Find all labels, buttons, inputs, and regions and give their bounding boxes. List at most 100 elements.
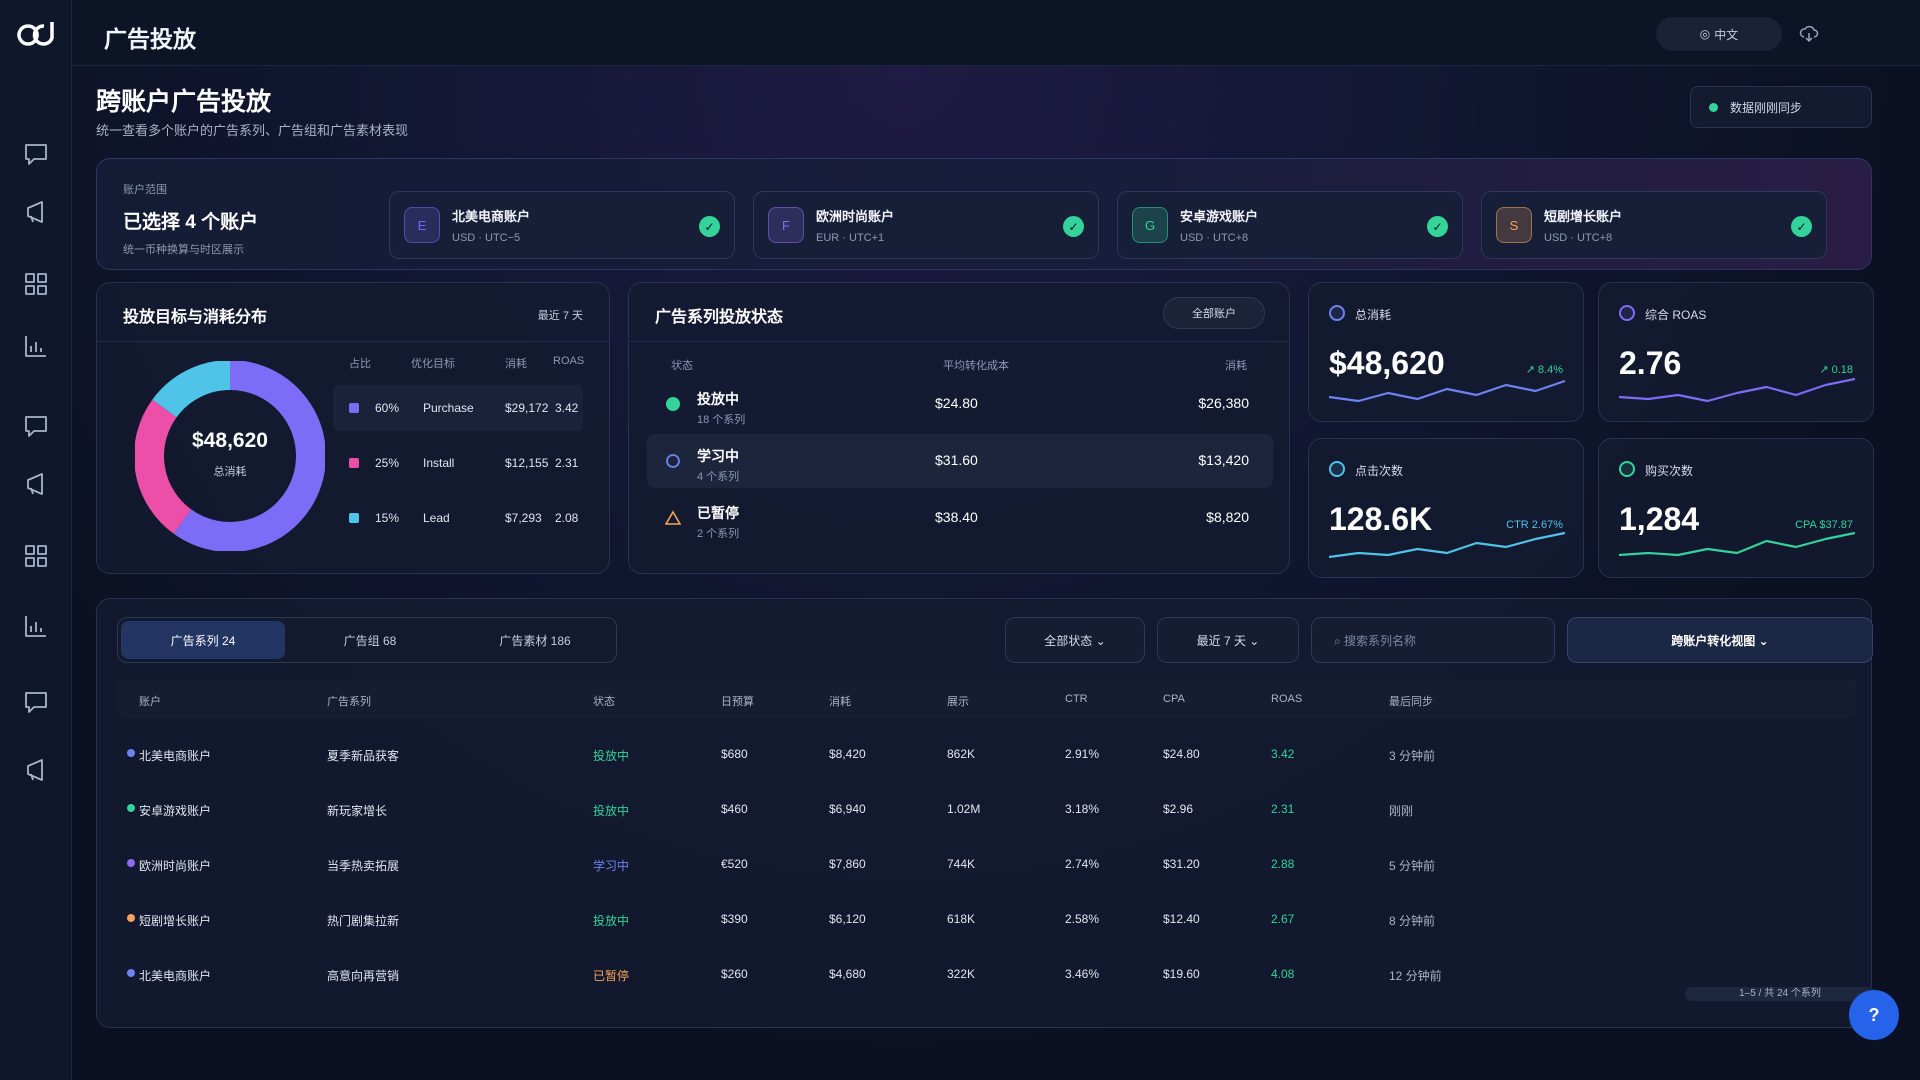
- distribution-range[interactable]: 最近 7 天: [538, 307, 583, 323]
- bar-chart-icon[interactable]: [22, 612, 50, 640]
- bar-chart-icon[interactable]: [22, 332, 50, 360]
- entity-tabs: 广告系列 24 广告组 68 广告素材 186: [117, 617, 617, 663]
- campaign-search-input[interactable]: ⌕ 搜索系列名称: [1311, 617, 1555, 663]
- check-icon[interactable]: ✓: [1791, 216, 1812, 237]
- megaphone-icon[interactable]: [22, 756, 50, 784]
- kpi-card[interactable]: 综合 ROAS 2.76 ↗ 0.18: [1598, 282, 1874, 422]
- check-icon[interactable]: ✓: [1427, 216, 1448, 237]
- check-icon[interactable]: ✓: [699, 216, 720, 237]
- header-spend: 消耗: [505, 358, 527, 370]
- chat-icon[interactable]: [22, 412, 50, 440]
- cell-campaign: 热门剧集拉新: [327, 914, 400, 928]
- table-row[interactable]: 欧洲时尚账户 当季热卖拓展 学习中 €520 $7,860 744K 2.74% $31.20…: [117, 837, 1857, 892]
- status-avg-cpa: $24.80: [935, 395, 978, 411]
- status-row[interactable]: 投放中 18 个系列 $24.80 $26,380: [647, 377, 1273, 431]
- cell-status: 投放中: [593, 804, 630, 818]
- warning-triangle-icon: [665, 510, 681, 525]
- conversion-view-dropdown[interactable]: 跨账户转化视图 ⌄: [1567, 617, 1873, 663]
- grid-icon[interactable]: [22, 542, 50, 570]
- tab-campaigns[interactable]: 广告系列 24: [121, 621, 285, 659]
- column-header[interactable]: CPA: [1163, 693, 1185, 705]
- cell-ctr: 2.74%: [1065, 857, 1100, 871]
- status-filter-dropdown[interactable]: 全部状态 ⌄: [1005, 617, 1145, 663]
- distribution-roas: 3.42: [555, 401, 579, 415]
- kpi-card[interactable]: 购买次数 1,284 CPA $37.87: [1598, 438, 1874, 578]
- cell-sync: 3 分钟前: [1389, 749, 1436, 763]
- account-color-dot: [127, 804, 135, 812]
- kpi-trend: ↗ 8.4%: [1525, 364, 1563, 376]
- tab-adsets[interactable]: 广告组 68: [288, 621, 452, 659]
- account-filter-button[interactable]: 全部账户: [1163, 297, 1265, 329]
- table-row[interactable]: 北美电商账户 高意向再营销 已暂停 $260 $4,680 322K 3.46% $19.60…: [117, 947, 1857, 1002]
- account-color-dot: [127, 859, 135, 867]
- cell-account: 短剧增长账户: [139, 914, 212, 928]
- column-header[interactable]: 账户: [139, 693, 161, 709]
- account-card[interactable]: E 北美电商账户 USD · UTC−5 ✓: [389, 191, 735, 259]
- account-name: 北美电商账户: [452, 209, 531, 224]
- column-header[interactable]: CTR: [1065, 693, 1088, 705]
- account-card[interactable]: F 欧洲时尚账户 EUR · UTC+1 ✓: [753, 191, 1099, 259]
- table-row[interactable]: 短剧增长账户 热门剧集拉新 投放中 $390 $6,120 618K 2.58% $12.40…: [117, 892, 1857, 947]
- globe-icon: ◎: [1699, 27, 1711, 41]
- brand-logo: [17, 22, 54, 46]
- account-card[interactable]: S 短剧增长账户 USD · UTC+8 ✓: [1481, 191, 1827, 259]
- distribution-goal: Install: [423, 456, 455, 470]
- sync-status-badge[interactable]: 数据刚刚同步: [1690, 86, 1872, 128]
- column-header[interactable]: 最后同步: [1389, 693, 1433, 709]
- megaphone-icon[interactable]: [22, 198, 50, 226]
- header-avg-cpa: 平均转化成本: [943, 360, 1009, 372]
- distribution-spend: $12,155: [505, 456, 549, 470]
- account-card[interactable]: G 安卓游戏账户 USD · UTC+8 ✓: [1117, 191, 1463, 259]
- donut-slice-lead[interactable]: [152, 361, 231, 418]
- status-row[interactable]: 已暂停 2 个系列 $38.40 $8,820: [647, 491, 1273, 545]
- cell-budget: €520: [721, 857, 748, 871]
- account-name: 欧洲时尚账户: [816, 209, 895, 224]
- chat-icon[interactable]: [22, 140, 50, 168]
- status-name: 已暂停: [697, 505, 739, 521]
- table-row[interactable]: 北美电商账户 夏季新品获客 投放中 $680 $8,420 862K 2.91% $24.80…: [117, 727, 1857, 782]
- column-header[interactable]: 消耗: [829, 693, 851, 709]
- megaphone-icon[interactable]: [22, 470, 50, 498]
- header-goal: 优化目标: [411, 358, 455, 370]
- cell-spend: $6,940: [829, 802, 866, 816]
- kpi-card[interactable]: 点击次数 128.6K CTR 2.67%: [1308, 438, 1584, 578]
- cell-cpa: $2.96: [1163, 802, 1194, 816]
- column-header[interactable]: ROAS: [1271, 693, 1302, 705]
- table-row[interactable]: 安卓游戏账户 新玩家增长 投放中 $460 $6,940 1.02M 3.18% $2.96 2…: [117, 782, 1857, 837]
- status-row[interactable]: 学习中 4 个系列 $31.60 $13,420: [647, 434, 1273, 488]
- cell-account: 欧洲时尚账户: [139, 859, 212, 873]
- distribution-goal: Lead: [423, 511, 450, 525]
- column-header[interactable]: 广告系列: [327, 693, 371, 709]
- status-spend: $8,820: [1206, 509, 1249, 525]
- cloud-sync-icon[interactable]: [1798, 22, 1820, 44]
- cell-impr: 618K: [947, 912, 976, 926]
- column-header[interactable]: 状态: [593, 693, 615, 709]
- active-dot-icon: [666, 397, 680, 411]
- cell-sync: 5 分钟前: [1389, 859, 1436, 873]
- kpi-card[interactable]: 总消耗 $48,620 ↗ 8.4%: [1308, 282, 1584, 422]
- account-avatar: G: [1132, 207, 1168, 243]
- cell-status: 投放中: [593, 914, 630, 928]
- chat-icon[interactable]: [22, 688, 50, 716]
- column-header[interactable]: 展示: [947, 693, 969, 709]
- cell-budget: $680: [721, 747, 748, 761]
- distribution-row[interactable]: 60% Purchase $29,172 3.42: [333, 385, 583, 431]
- status-name: 投放中: [697, 391, 739, 407]
- column-header[interactable]: 日预算: [721, 693, 754, 709]
- check-icon[interactable]: ✓: [1063, 216, 1084, 237]
- cell-budget: $260: [721, 967, 748, 981]
- scope-note: 统一币种换算与时区展示: [123, 244, 244, 256]
- distribution-row[interactable]: 15% Lead $7,293 2.08: [333, 495, 583, 541]
- distribution-row[interactable]: 25% Install $12,155 2.31: [333, 440, 583, 486]
- cell-cpa: $12.40: [1163, 912, 1200, 926]
- account-avatar: E: [404, 207, 440, 243]
- cell-campaign: 高意向再营销: [327, 969, 400, 983]
- grid-icon[interactable]: [22, 270, 50, 298]
- language-switch-button[interactable]: ◎ 中文: [1656, 17, 1782, 51]
- donut-slice-purchase[interactable]: [173, 361, 325, 551]
- help-button[interactable]: ?: [1849, 990, 1899, 1040]
- sparkline: [1619, 377, 1855, 403]
- tab-creatives[interactable]: 广告素材 186: [454, 621, 616, 659]
- date-range-dropdown[interactable]: 最近 7 天 ⌄: [1157, 617, 1299, 663]
- main-content: 跨账户广告投放 统一查看多个账户的广告系列、广告组和广告素材表现 数据刚刚同步 …: [72, 66, 1920, 1080]
